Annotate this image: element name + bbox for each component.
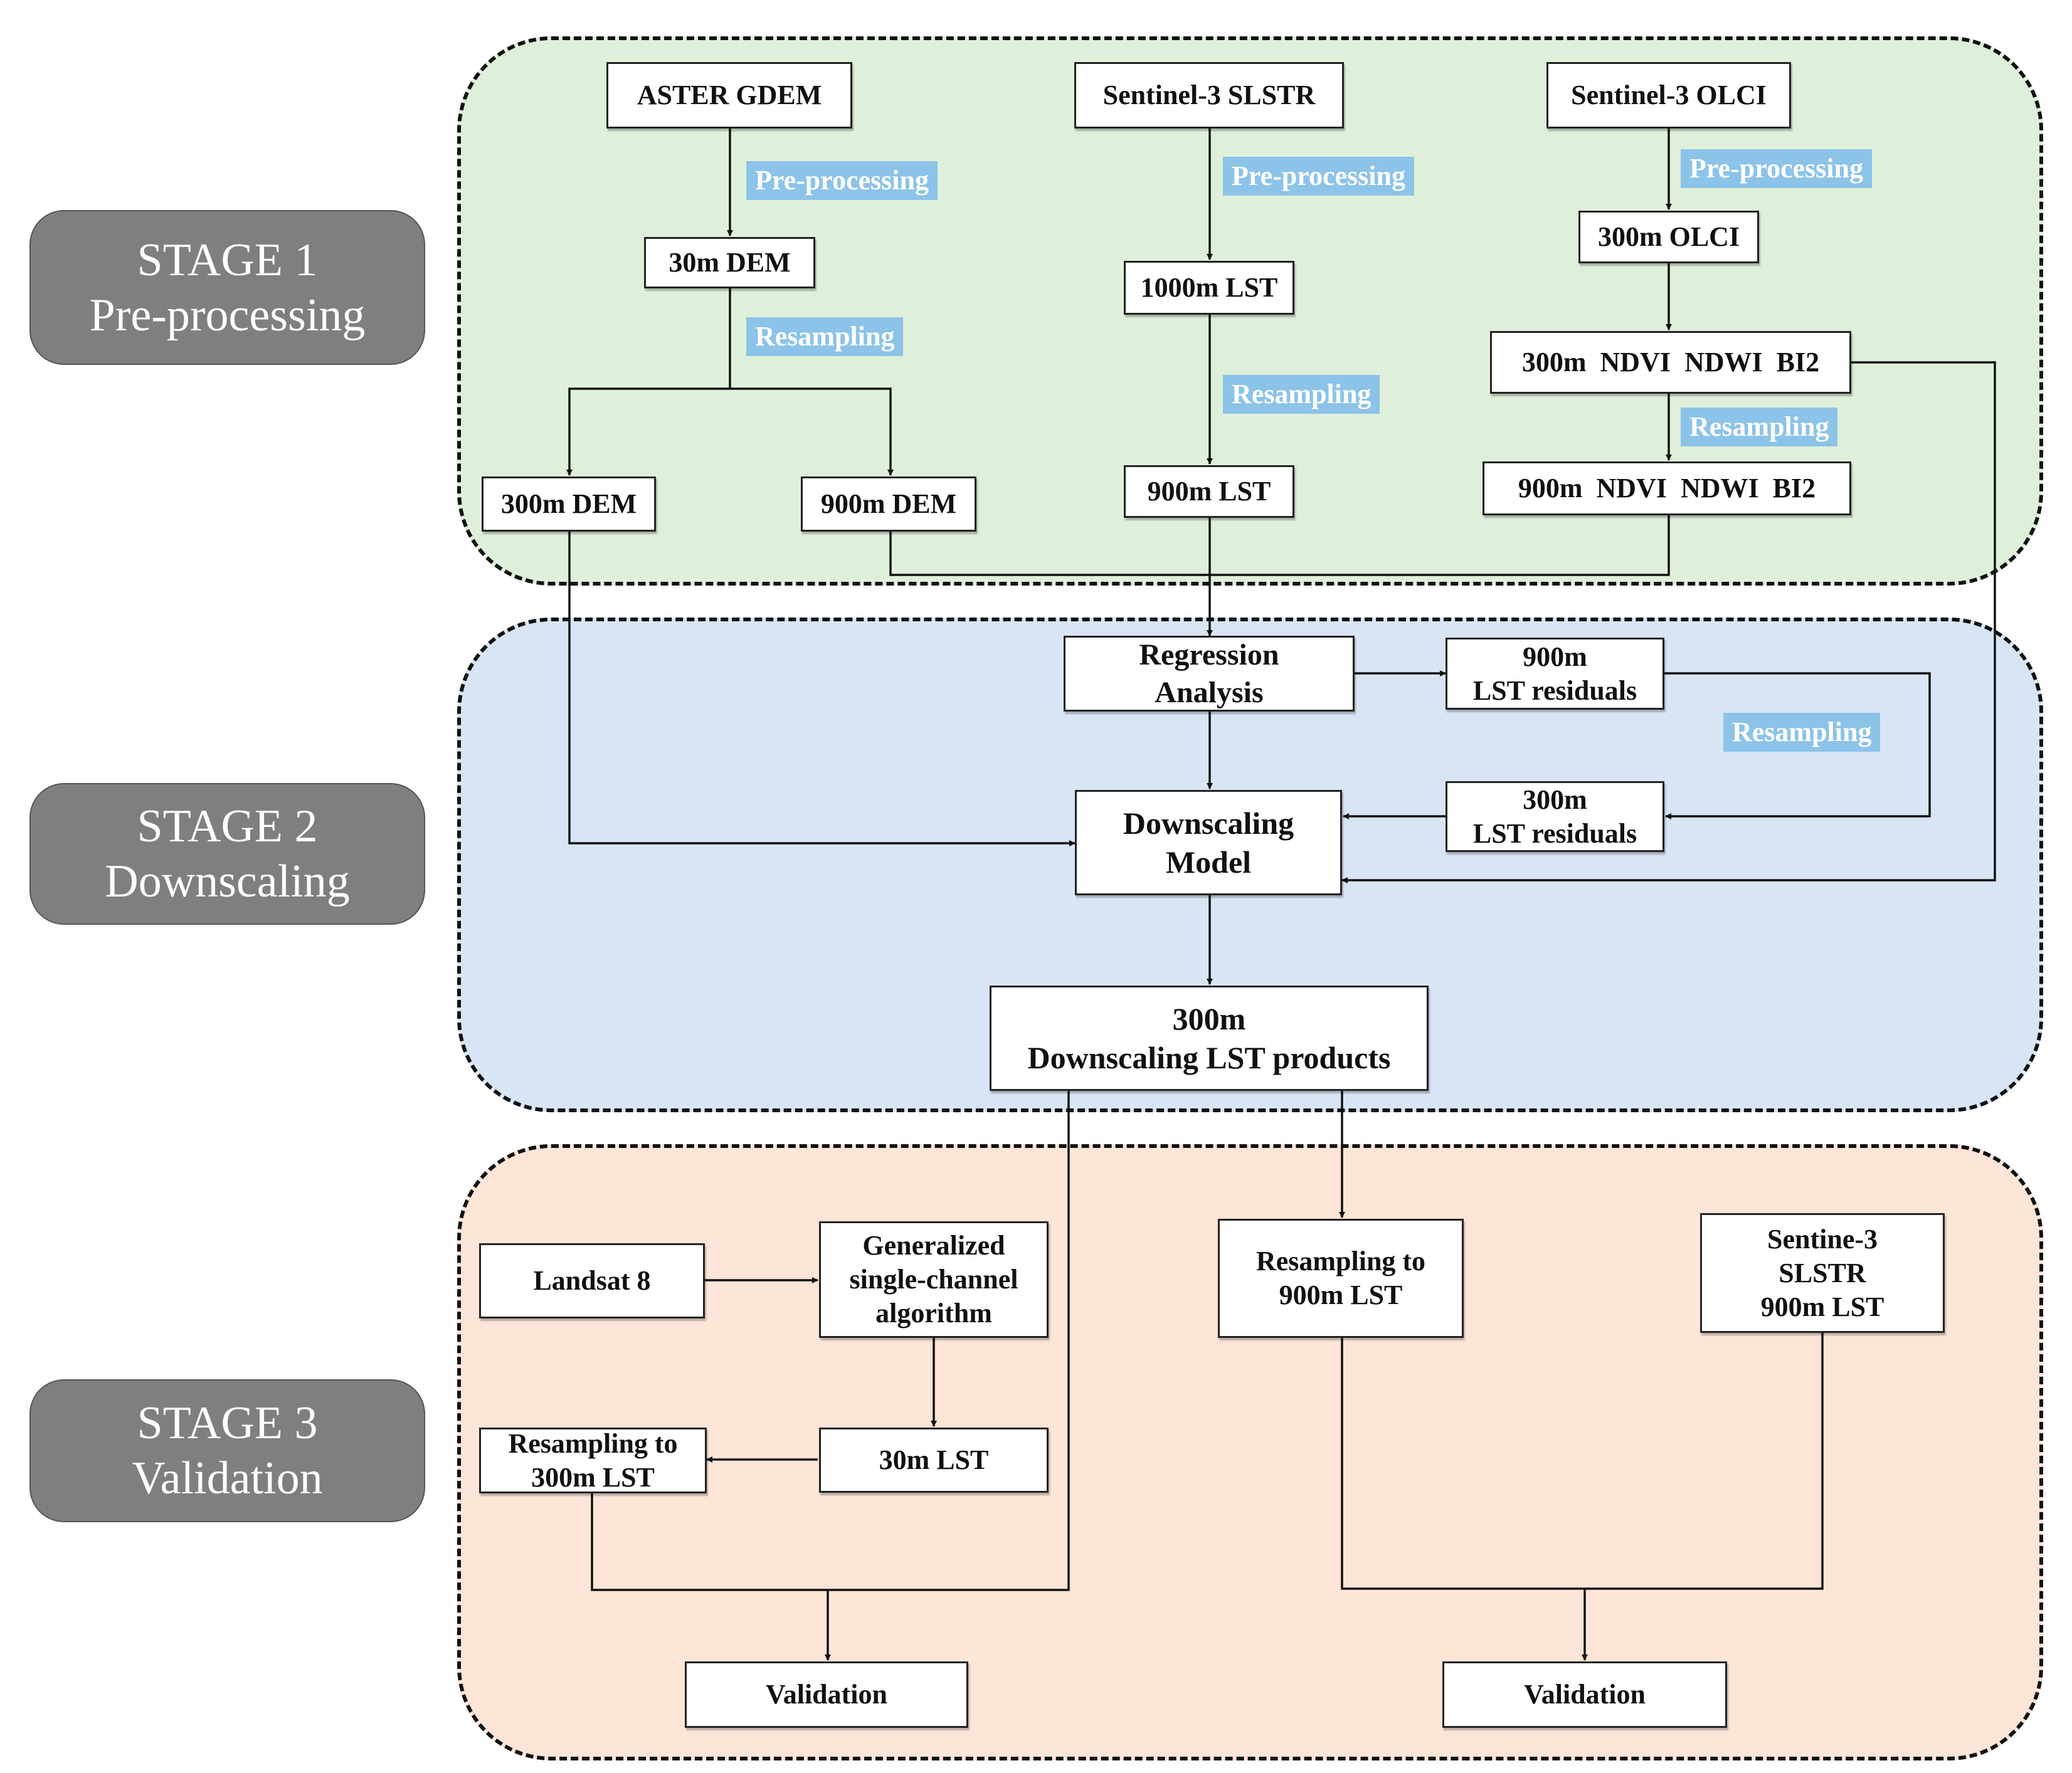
node-label: 900m NDVI NDWI BI2 [1518, 473, 1816, 503]
node-label-line: LST residuals [1472, 675, 1637, 706]
node-sentinel3-slstr-900m-lst: Sentine-3 SLSTR 900m LST [1700, 1213, 1945, 1333]
node-label: Validation [765, 1679, 887, 1710]
node-label-line: 900m LST [1279, 1280, 1403, 1310]
node-label-line: 300m [1172, 1001, 1246, 1036]
arrow-dem300-to-model [568, 532, 1076, 846]
node-landsat-8: Landsat 8 [479, 1243, 705, 1318]
tag-preprocessing-slstr: Pre-processing [1223, 157, 1414, 196]
connectors [566, 129, 1996, 1661]
node-label-line: Regression [1139, 638, 1279, 671]
node-30m-lst: 30m LST [819, 1428, 1049, 1493]
arrow-to-dem900 [730, 387, 894, 476]
node-aster-gdem: ASTER GDEM [606, 62, 852, 129]
node-label: Validation [1523, 1679, 1646, 1710]
tag-preprocessing-olci: Pre-processing [1681, 149, 1872, 188]
node-label-line: Sentine-3 [1767, 1223, 1878, 1255]
node-label: 300m NDVI NDWI BI2 [1521, 347, 1820, 377]
node-resampling-to-300m-lst: Resampling to 300m LST [479, 1428, 707, 1493]
node-label: 300m OLCI [1597, 221, 1740, 252]
node-validation-left: Validation [685, 1661, 968, 1728]
node-label-line: Resampling to [508, 1428, 678, 1459]
node-label-line: SLSTR [1779, 1257, 1866, 1288]
arrow-to-dem300 [566, 387, 730, 476]
node-900m-ndvi-ndwi-bi2: 900m NDVI NDWI BI2 [1483, 461, 1851, 515]
node-300m-lst-residuals: 300m LST residuals [1446, 781, 1664, 852]
node-label-line: Resampling to [1255, 1246, 1426, 1276]
node-label: ASTER GDEM [637, 80, 822, 110]
node-downscaling-model: Downscaling Model [1075, 790, 1342, 895]
node-300m-dem: 300m DEM [482, 476, 656, 532]
node-label: 900m LST [1147, 476, 1271, 507]
node-900m-dem: 900m DEM [801, 476, 976, 532]
node-label: Landsat 8 [533, 1265, 651, 1296]
node-label: Sentinel-3 OLCI [1571, 80, 1767, 110]
node-900m-lst: 900m LST [1124, 465, 1294, 518]
node-validation-right: Validation [1442, 1661, 1727, 1728]
node-label-line: Downscaling LST products [1027, 1040, 1391, 1075]
node-label: Sentinel-3 SLSTR [1102, 80, 1316, 110]
node-generalized-single-channel: Generalized single-channel algorithm [819, 1221, 1049, 1338]
line-dem900-ndvi900-join [889, 515, 1670, 576]
node-label-line: Generalized [862, 1230, 1005, 1261]
node-sentinel3-olci: Sentinel-3 OLCI [1546, 62, 1791, 129]
node-resampling-to-900m-lst: Resampling to 900m LST [1218, 1219, 1464, 1338]
node-label-line: 900m [1523, 641, 1587, 672]
tag-resampling-dem: Resampling [746, 317, 904, 356]
node-label: 30m DEM [669, 247, 791, 278]
node-regression-analysis: Regression Analysis [1064, 636, 1355, 712]
line-product-to-left-validation [591, 1091, 1070, 1591]
node-label-line: Model [1165, 844, 1252, 880]
node-label-line: 900m LST [1760, 1291, 1884, 1322]
node-label-line: Downscaling [1123, 806, 1294, 841]
node-label: 300m DEM [500, 488, 637, 519]
tag-resampling-lst: Resampling [1223, 375, 1380, 414]
node-300m-downscaling-lst-products: 300m Downscaling LST products [990, 986, 1429, 1091]
node-label-line: algorithm [875, 1298, 992, 1328]
node-label-line: 300m [1523, 784, 1587, 815]
node-label-line: single-channel [849, 1264, 1018, 1295]
node-label-line: LST residuals [1472, 818, 1637, 849]
tag-resampling-ndvi: Resampling [1681, 408, 1838, 446]
tag-preprocessing-aster: Pre-processing [746, 161, 938, 200]
node-sentinel3-slstr: Sentinel-3 SLSTR [1074, 62, 1344, 129]
node-label-line: 300m LST [531, 1461, 655, 1493]
node-300m-olci: 300m OLCI [1578, 211, 1759, 263]
node-300m-ndvi-ndwi-bi2: 300m NDVI NDWI BI2 [1490, 331, 1851, 394]
tag-resampling-residuals: Resampling [1723, 713, 1881, 752]
node-label: 900m DEM [820, 488, 957, 519]
node-label: 1000m LST [1140, 272, 1278, 303]
node-30m-dem: 30m DEM [644, 237, 815, 288]
node-1000m-lst: 1000m LST [1124, 261, 1294, 315]
node-label: 30m LST [879, 1444, 989, 1475]
node-label-line: Analysis [1155, 675, 1264, 709]
node-900m-lst-residuals: 900m LST residuals [1446, 638, 1664, 710]
line-resamp900-sentinel-join [1341, 1333, 1824, 1590]
